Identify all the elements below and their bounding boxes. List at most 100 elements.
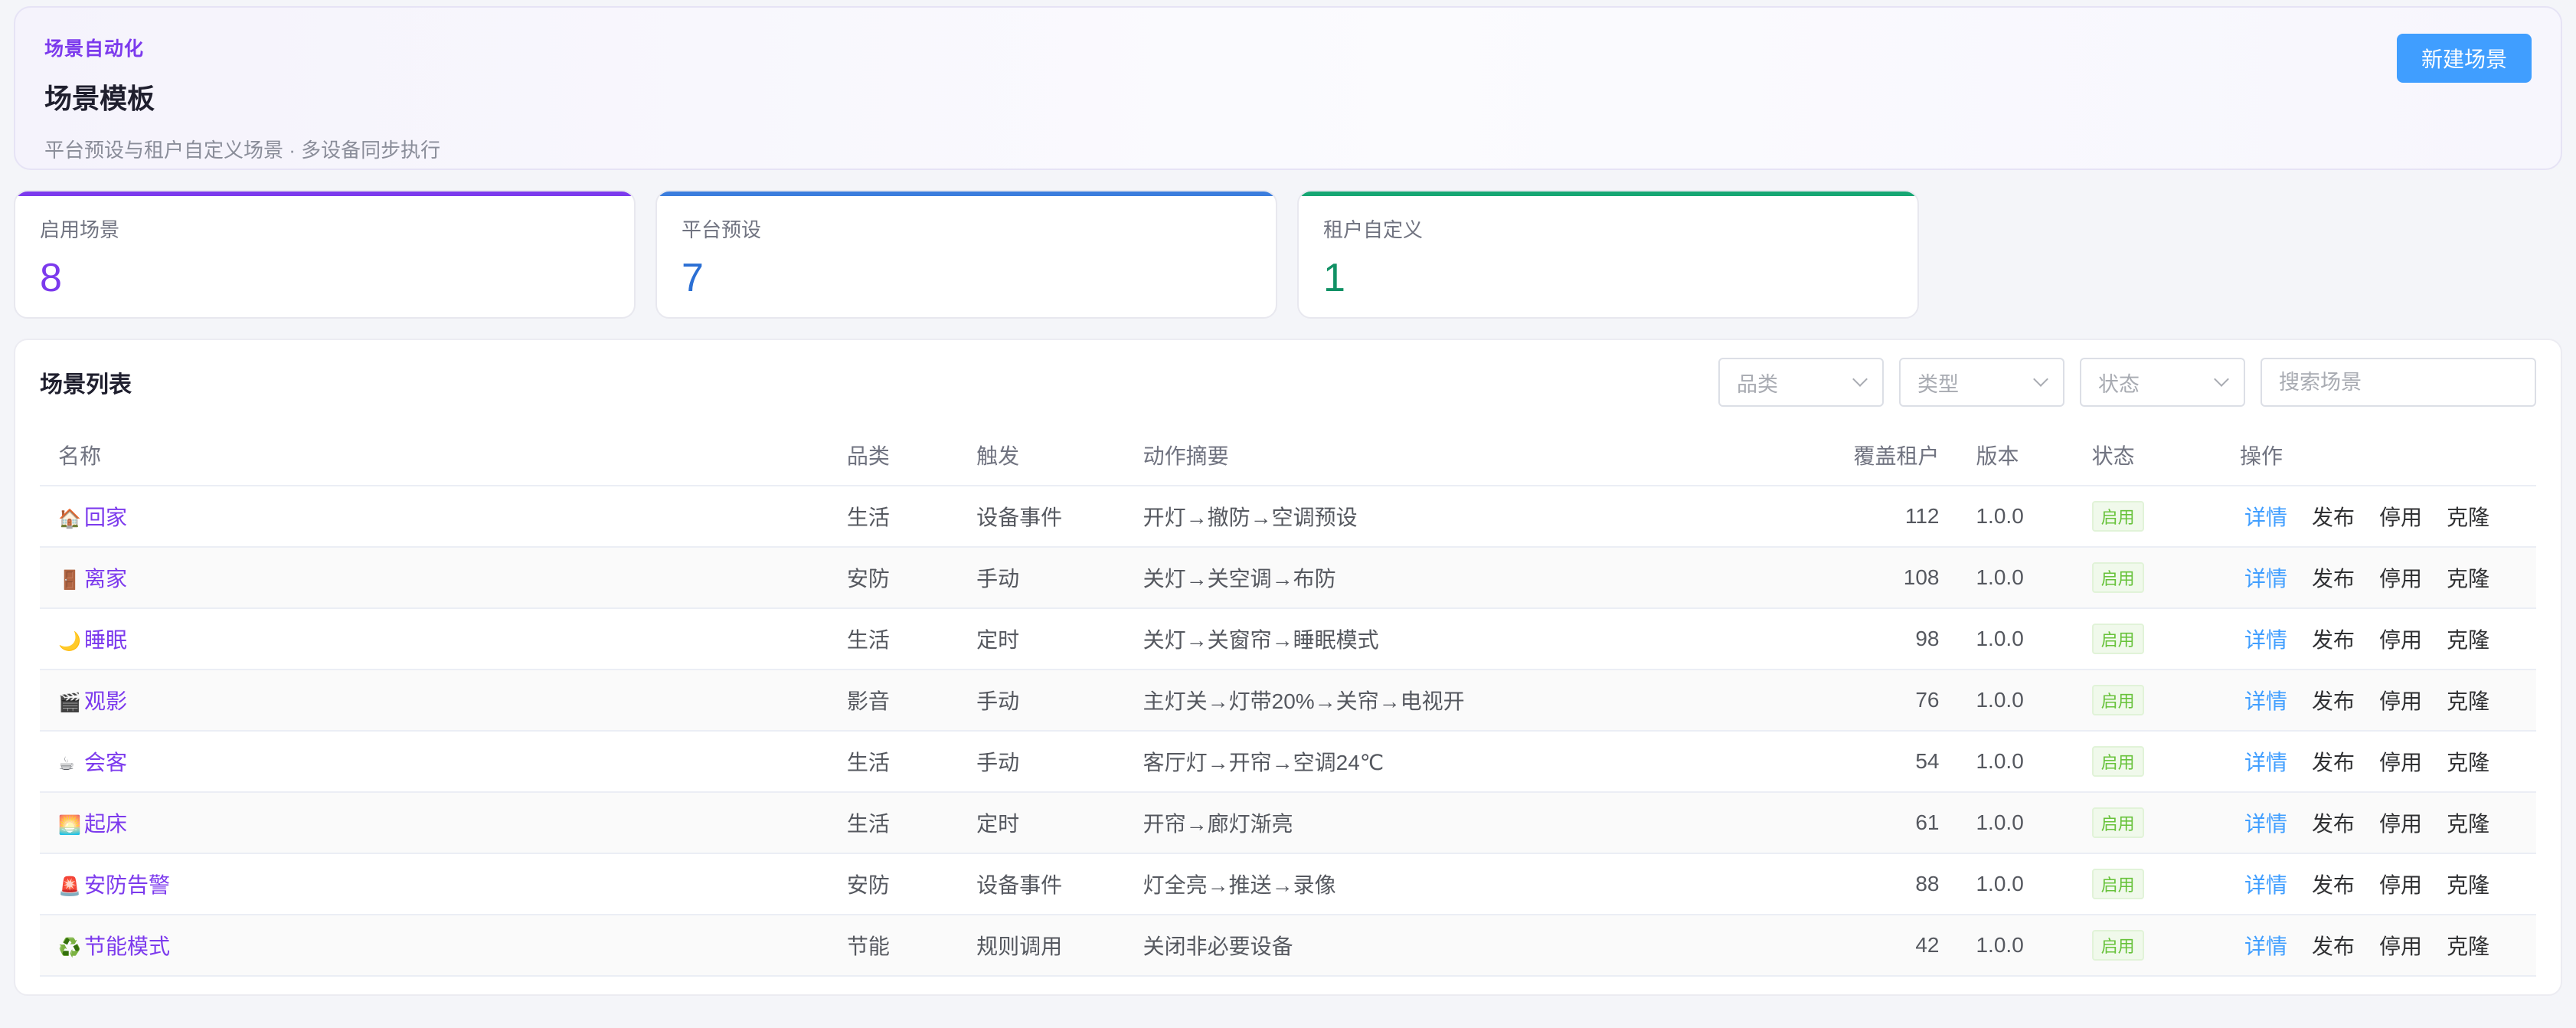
disable-link[interactable]: 停用 xyxy=(2379,812,2422,836)
disable-link[interactable]: 停用 xyxy=(2379,567,2422,591)
name-cell: 🚨 安防告警 xyxy=(40,853,829,915)
category-cell: 安防 xyxy=(828,547,959,609)
disable-link[interactable]: 停用 xyxy=(2379,689,2422,713)
publish-link[interactable]: 发布 xyxy=(2312,935,2355,958)
detail-link[interactable]: 详情 xyxy=(2244,873,2287,897)
operations-cell: 详情 发布 停用 克隆 xyxy=(2221,731,2536,793)
stat-value: 8 xyxy=(40,256,62,300)
scene-name-link[interactable]: 睡眠 xyxy=(84,628,127,652)
scene-name-link[interactable]: 离家 xyxy=(84,567,127,591)
version-cell: 1.0.0 xyxy=(1957,547,2074,609)
tenant-count-cell: 88 xyxy=(1809,853,1958,915)
scene-name-link[interactable]: 节能模式 xyxy=(84,935,170,958)
disable-link[interactable]: 停用 xyxy=(2379,935,2422,958)
trigger-cell: 定时 xyxy=(958,608,1125,670)
version-cell: 1.0.0 xyxy=(1957,853,2074,915)
status-badge: 启用 xyxy=(2091,624,2144,654)
scene-icon: ☕ xyxy=(58,754,75,774)
name-cell: ☕ 会客 xyxy=(40,731,829,793)
clone-link[interactable]: 克隆 xyxy=(2447,689,2489,713)
stats-row: 启用场景 8 平台预设 7 租户自定义 1 xyxy=(14,190,2562,319)
tenant-count-cell: 112 xyxy=(1809,486,1958,548)
scene-name-link[interactable]: 会客 xyxy=(84,751,127,774)
publish-link[interactable]: 发布 xyxy=(2312,873,2355,897)
detail-link[interactable]: 详情 xyxy=(2244,935,2287,958)
scene-name-link[interactable]: 安防告警 xyxy=(84,873,170,897)
trigger-cell: 手动 xyxy=(958,731,1125,793)
version-cell: 1.0.0 xyxy=(1957,731,2074,793)
category-cell: 生活 xyxy=(828,792,959,854)
detail-link[interactable]: 详情 xyxy=(2244,506,2287,529)
clone-link[interactable]: 克隆 xyxy=(2447,935,2489,958)
scene-icon: 🎬 xyxy=(58,692,81,713)
status-badge: 启用 xyxy=(2091,930,2144,961)
column-header-trigger: 触发 xyxy=(958,424,1125,486)
table-row: 🌅 起床 生活 定时 开帘→廊灯渐亮 61 1.0.0 启用 详情 发布 停用 克隆 xyxy=(40,792,2536,854)
publish-link[interactable]: 发布 xyxy=(2312,751,2355,774)
publish-link[interactable]: 发布 xyxy=(2312,689,2355,713)
clone-link[interactable]: 克隆 xyxy=(2447,628,2489,652)
disable-link[interactable]: 停用 xyxy=(2379,628,2422,652)
category-cell: 安防 xyxy=(828,853,959,915)
clone-link[interactable]: 克隆 xyxy=(2447,567,2489,591)
stat-value: 1 xyxy=(1323,256,1345,300)
publish-link[interactable]: 发布 xyxy=(2312,506,2355,529)
status-badge: 启用 xyxy=(2091,746,2144,777)
version-cell: 1.0.0 xyxy=(1957,486,2074,548)
clone-link[interactable]: 克隆 xyxy=(2447,812,2489,836)
detail-link[interactable]: 详情 xyxy=(2244,567,2287,591)
column-header-category: 品类 xyxy=(828,424,959,486)
detail-link[interactable]: 详情 xyxy=(2244,689,2287,713)
status-cell: 启用 xyxy=(2073,547,2221,609)
category-filter[interactable]: 品类 xyxy=(1718,358,1884,407)
clone-link[interactable]: 克隆 xyxy=(2447,751,2489,774)
filter-placeholder: 状态 xyxy=(2098,372,2140,396)
operations-cell: 详情 发布 停用 克隆 xyxy=(2221,792,2536,854)
column-header-name: 名称 xyxy=(40,424,829,486)
stat-label: 租户自定义 xyxy=(1323,218,1424,241)
publish-link[interactable]: 发布 xyxy=(2312,812,2355,836)
action-summary-cell: 主灯关→灯带20%→关帘→电视开 xyxy=(1124,670,1810,732)
status-badge: 启用 xyxy=(2091,807,2144,838)
search-input[interactable] xyxy=(2261,358,2536,407)
tenant-count-cell: 61 xyxy=(1809,792,1958,854)
status-badge: 启用 xyxy=(2091,501,2144,532)
status-badge: 启用 xyxy=(2091,869,2144,899)
name-cell: 🏠 回家 xyxy=(40,486,829,548)
disable-link[interactable]: 停用 xyxy=(2379,751,2422,774)
detail-link[interactable]: 详情 xyxy=(2244,812,2287,836)
detail-link[interactable]: 详情 xyxy=(2244,628,2287,652)
category-cell: 节能 xyxy=(828,915,959,977)
disable-link[interactable]: 停用 xyxy=(2379,873,2422,897)
trigger-cell: 设备事件 xyxy=(958,853,1125,915)
new-scene-button[interactable]: 新建场景 xyxy=(2397,34,2532,83)
scene-icon: 🚨 xyxy=(58,876,81,897)
trigger-cell: 定时 xyxy=(958,792,1125,854)
clone-link[interactable]: 克隆 xyxy=(2447,506,2489,529)
tenant-count-cell: 42 xyxy=(1809,915,1958,977)
action-summary-cell: 关灯→关空调→布防 xyxy=(1124,547,1810,609)
status-filter[interactable]: 状态 xyxy=(2080,358,2245,407)
type-filter[interactable]: 类型 xyxy=(1899,358,2064,407)
column-header-action: 动作摘要 xyxy=(1124,424,1810,486)
name-cell: 🎬 观影 xyxy=(40,670,829,732)
disable-link[interactable]: 停用 xyxy=(2379,506,2422,529)
filter-placeholder: 类型 xyxy=(1917,372,1959,396)
action-summary-cell: 关灯→关窗帘→睡眠模式 xyxy=(1124,608,1810,670)
clone-link[interactable]: 克隆 xyxy=(2447,873,2489,897)
version-cell: 1.0.0 xyxy=(1957,792,2074,854)
scene-name-link[interactable]: 起床 xyxy=(84,812,127,836)
version-cell: 1.0.0 xyxy=(1957,608,2074,670)
table-row: 🌙 睡眠 生活 定时 关灯→关窗帘→睡眠模式 98 1.0.0 启用 详情 发布 停用… xyxy=(40,608,2536,670)
scene-name-link[interactable]: 观影 xyxy=(84,689,127,713)
publish-link[interactable]: 发布 xyxy=(2312,567,2355,591)
publish-link[interactable]: 发布 xyxy=(2312,628,2355,652)
category-cell: 生活 xyxy=(828,608,959,670)
detail-link[interactable]: 详情 xyxy=(2244,751,2287,774)
name-cell: ♻️ 节能模式 xyxy=(40,915,829,977)
action-summary-cell: 客厅灯→开帘→空调24℃ xyxy=(1124,731,1810,793)
operations-cell: 详情 发布 停用 克隆 xyxy=(2221,670,2536,732)
scene-name-link[interactable]: 回家 xyxy=(84,506,127,529)
status-cell: 启用 xyxy=(2073,608,2221,670)
scene-icon: 🏠 xyxy=(58,509,81,529)
